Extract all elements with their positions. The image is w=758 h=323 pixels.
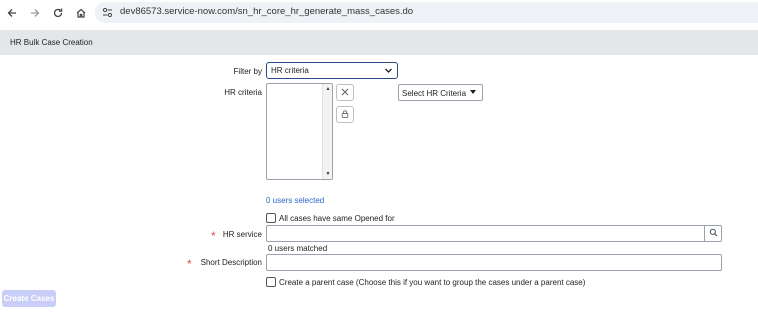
lock-icon: [341, 109, 349, 120]
browser-toolbar: dev86573.service-now.com/sn_hr_core_hr_g…: [0, 0, 758, 26]
home-icon[interactable]: [73, 5, 89, 21]
page-title: HR Bulk Case Creation: [10, 38, 93, 47]
scroll-up-icon[interactable]: ▲: [325, 86, 331, 92]
short-description-input[interactable]: [266, 254, 722, 271]
create-parent-case-checkbox[interactable]: [266, 277, 276, 287]
hr-criteria-label: HR criteria: [224, 88, 262, 97]
url-text: dev86573.service-now.com/sn_hr_core_hr_g…: [120, 6, 414, 17]
title-band: HR Bulk Case Creation: [0, 30, 758, 55]
hr-service-lookup-button[interactable]: [704, 225, 722, 242]
required-indicator: *: [187, 257, 192, 271]
address-bar[interactable]: dev86573.service-now.com/sn_hr_core_hr_g…: [95, 2, 758, 23]
hr-service-label: HR service: [222, 230, 262, 239]
filter-by-value: HR criteria: [271, 66, 309, 75]
hr-criteria-listbox[interactable]: ▲ ▼: [266, 83, 333, 180]
create-parent-case-label: Create a parent case (Choose this if you…: [279, 278, 586, 287]
users-matched-text: 0 users matched: [268, 244, 328, 253]
short-description-label: Short Description: [200, 258, 262, 267]
select-hr-criteria-dropdown[interactable]: Select HR Criteria: [398, 84, 483, 101]
search-icon: [709, 228, 718, 239]
filter-by-select[interactable]: HR criteria: [266, 62, 398, 79]
remove-criteria-button[interactable]: [336, 84, 354, 101]
filter-by-label: Filter by: [233, 67, 262, 76]
caret-down-icon: [470, 90, 476, 94]
select-hr-criteria-label: Select HR Criteria: [402, 89, 467, 98]
close-icon: [341, 88, 349, 98]
lock-button[interactable]: [336, 106, 354, 123]
back-icon[interactable]: [4, 5, 20, 21]
listbox-scrollbar[interactable]: ▲ ▼: [322, 84, 332, 179]
same-opened-for-label: All cases have same Opened for: [279, 214, 395, 223]
forward-icon[interactable]: [27, 5, 43, 21]
site-info-icon[interactable]: [101, 6, 114, 19]
hr-service-input[interactable]: [266, 225, 705, 242]
chevron-down-icon: [384, 66, 393, 75]
reload-icon[interactable]: [50, 5, 66, 21]
create-cases-button[interactable]: Create Cases: [2, 290, 56, 307]
scroll-down-icon[interactable]: ▼: [325, 171, 331, 177]
users-selected-link[interactable]: 0 users selected: [266, 196, 324, 205]
same-opened-for-checkbox[interactable]: [266, 213, 276, 223]
